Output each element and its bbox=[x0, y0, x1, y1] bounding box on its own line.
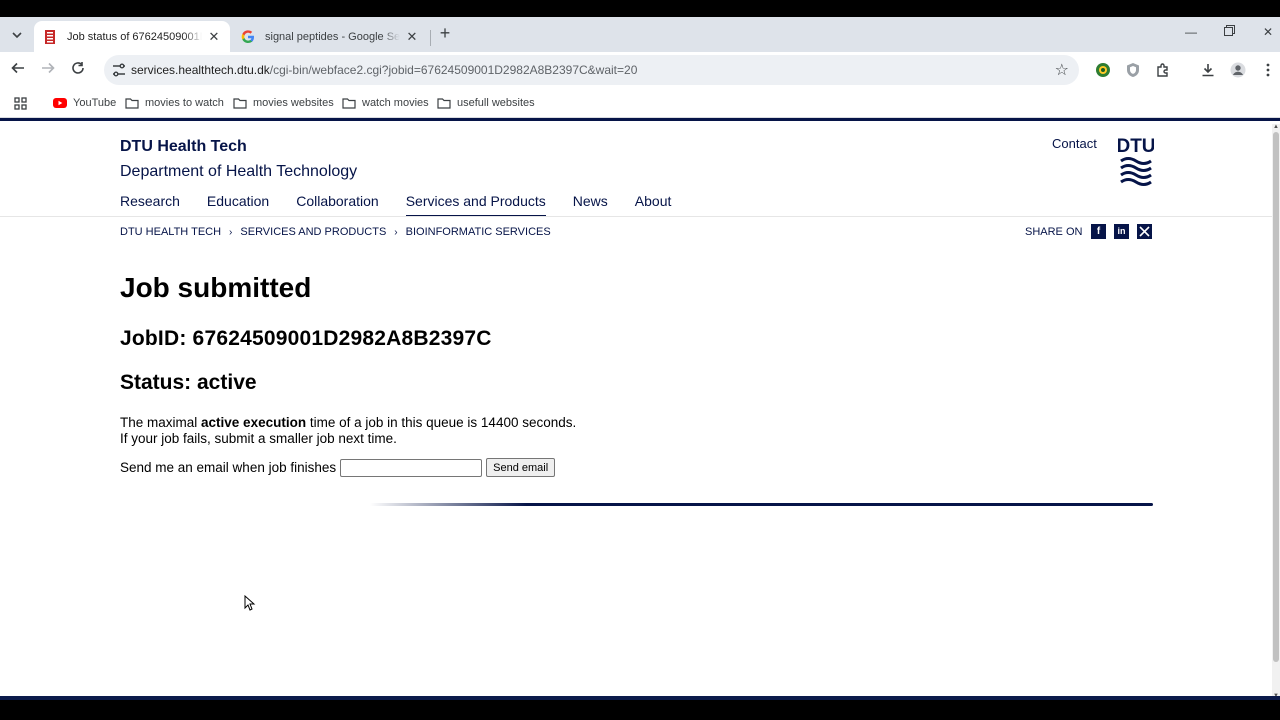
bookmark-movies-websites[interactable]: movies websites bbox=[233, 95, 334, 111]
breadcrumb-row: DTU HEALTH TECH › SERVICES AND PRODUCTS … bbox=[0, 216, 1272, 247]
send-email-button[interactable]: Send email bbox=[486, 458, 556, 477]
bookmark-label: YouTube bbox=[73, 97, 117, 109]
bookmarks-bar: YouTube movies to watch movies websites … bbox=[0, 88, 1280, 118]
nav-collaboration[interactable]: Collaboration bbox=[296, 193, 379, 217]
page-scrollbar[interactable]: ▲ ▼ bbox=[1272, 124, 1280, 696]
close-icon[interactable]: ✕ bbox=[206, 29, 222, 45]
queue-info: The maximal active execution time of a j… bbox=[120, 415, 576, 447]
bookmark-label: watch movies bbox=[362, 97, 429, 109]
site-name[interactable]: DTU Health Tech bbox=[120, 138, 247, 156]
folder-icon bbox=[437, 98, 451, 109]
extensions-puzzle-icon[interactable] bbox=[1154, 61, 1172, 79]
close-icon[interactable]: ✕ bbox=[404, 29, 420, 45]
info-bold: active execution bbox=[201, 415, 307, 430]
bookmark-youtube[interactable]: YouTube bbox=[53, 95, 116, 111]
url-path: /cgi-bin/webface2.cgi?jobid=67624509001D… bbox=[269, 63, 638, 77]
info-suffix: time of a job in this queue is 14400 sec… bbox=[306, 415, 577, 430]
folder-icon bbox=[233, 98, 247, 109]
youtube-icon bbox=[53, 98, 67, 108]
download-icon[interactable] bbox=[1199, 61, 1217, 79]
reload-icon[interactable] bbox=[69, 61, 87, 79]
info-prefix: The maximal bbox=[120, 415, 202, 430]
mouse-cursor-icon bbox=[244, 594, 256, 611]
breadcrumb-item[interactable]: SERVICES AND PRODUCTS bbox=[240, 226, 386, 238]
breadcrumb-item[interactable]: BIOINFORMATIC SERVICES bbox=[406, 226, 551, 238]
email-label: Send me an email when job finishes bbox=[120, 460, 337, 475]
tab-title: Job status of 67624509001D2982A8B2397C bbox=[67, 30, 202, 43]
queue-info-line1: The maximal active execution time of a j… bbox=[120, 415, 576, 431]
email-notify-form: Send me an email when job finishes Send … bbox=[120, 458, 556, 477]
folder-icon bbox=[125, 98, 139, 109]
bookmark-label: movies to watch bbox=[145, 97, 224, 109]
breadcrumb: DTU HEALTH TECH › SERVICES AND PRODUCTS … bbox=[120, 226, 551, 238]
extension-shield-icon[interactable] bbox=[1124, 61, 1142, 79]
tab-strip: Job status of 67624509001D2982A8B2397C ✕… bbox=[0, 17, 1280, 52]
scroll-up-icon[interactable]: ▲ bbox=[1273, 124, 1279, 130]
url-text: services.healthtech.dtu.dk/cgi-bin/webfa… bbox=[131, 63, 637, 77]
bookmark-label: usefull websites bbox=[457, 97, 535, 109]
share-label: SHARE ON bbox=[1025, 226, 1083, 238]
menu-kebab-icon[interactable] bbox=[1259, 61, 1277, 79]
site-info-icon[interactable] bbox=[112, 62, 126, 78]
scrollbar-thumb[interactable] bbox=[1273, 132, 1279, 662]
top-black-bar bbox=[0, 0, 1280, 17]
tab-title: signal peptides - Google Search bbox=[265, 30, 400, 43]
divider bbox=[370, 503, 1153, 506]
department-name[interactable]: Department of Health Technology bbox=[120, 163, 357, 181]
contact-link[interactable]: Contact bbox=[1052, 136, 1097, 151]
tab-separator bbox=[430, 30, 431, 46]
apps-grid-icon[interactable] bbox=[14, 95, 27, 111]
footer-edge bbox=[0, 696, 1280, 700]
bottom-bar bbox=[0, 696, 1280, 720]
web-page: DTU Health Tech Department of Health Tec… bbox=[0, 118, 1280, 696]
dtu-logo[interactable]: DTU bbox=[1116, 135, 1156, 187]
queue-info-line2: If your job fails, submit a smaller job … bbox=[120, 431, 397, 446]
nav-services-and-products[interactable]: Services and Products bbox=[405, 193, 546, 217]
nav-research[interactable]: Research bbox=[120, 193, 180, 217]
chevron-right-icon: › bbox=[229, 226, 233, 238]
browser-toolbar: services.healthtech.dtu.dk/cgi-bin/webfa… bbox=[0, 52, 1280, 88]
nav-news[interactable]: News bbox=[573, 193, 608, 217]
nav-education[interactable]: Education bbox=[207, 193, 269, 217]
window-close-icon[interactable]: ✕ bbox=[1258, 25, 1278, 43]
google-icon bbox=[240, 29, 256, 45]
chevron-right-icon: › bbox=[394, 226, 398, 238]
breadcrumb-item[interactable]: DTU HEALTH TECH bbox=[120, 226, 221, 238]
address-bar[interactable]: services.healthtech.dtu.dk/cgi-bin/webfa… bbox=[104, 55, 1079, 85]
linkedin-icon[interactable]: in bbox=[1114, 224, 1129, 239]
tab-search-chevron-icon[interactable] bbox=[8, 26, 26, 44]
new-tab-plus-icon[interactable]: + bbox=[436, 24, 454, 43]
url-host: services.healthtech.dtu.dk bbox=[131, 63, 270, 77]
tab-job-status[interactable]: Job status of 67624509001D2982A8B2397C ✕ bbox=[34, 21, 230, 52]
forward-arrow-icon[interactable] bbox=[39, 61, 57, 79]
profile-avatar-icon[interactable] bbox=[1229, 61, 1247, 79]
x-icon[interactable] bbox=[1137, 224, 1152, 239]
bookmark-label: movies websites bbox=[253, 97, 334, 109]
job-status-heading: Status: active bbox=[120, 371, 257, 394]
bookmark-star-icon[interactable]: ☆ bbox=[1055, 60, 1069, 80]
page-title: Job submitted bbox=[120, 272, 312, 303]
dtu-logo-text: DTU bbox=[1118, 136, 1154, 157]
back-arrow-icon[interactable] bbox=[9, 61, 27, 79]
facebook-icon[interactable]: f bbox=[1091, 224, 1106, 239]
restore-icon[interactable] bbox=[1219, 25, 1239, 43]
minimize-icon[interactable]: — bbox=[1181, 25, 1201, 43]
tab-google-search[interactable]: signal peptides - Google Search ✕ bbox=[232, 21, 428, 52]
bookmark-watch-movies[interactable]: watch movies bbox=[342, 95, 429, 111]
folder-icon bbox=[342, 98, 356, 109]
bookmark-movies-to-watch[interactable]: movies to watch bbox=[125, 95, 224, 111]
dtu-favicon-icon bbox=[42, 29, 58, 45]
nav-about[interactable]: About bbox=[635, 193, 672, 217]
bookmark-usefull-websites[interactable]: usefull websites bbox=[437, 95, 535, 111]
job-id-heading: JobID: 67624509001D2982A8B2397C bbox=[120, 327, 492, 350]
email-field[interactable] bbox=[340, 458, 483, 477]
extension-globe-icon[interactable] bbox=[1094, 61, 1112, 79]
browser-chrome: Job status of 67624509001D2982A8B2397C ✕… bbox=[0, 17, 1280, 118]
main-nav: Research Education Collaboration Service… bbox=[120, 193, 698, 217]
